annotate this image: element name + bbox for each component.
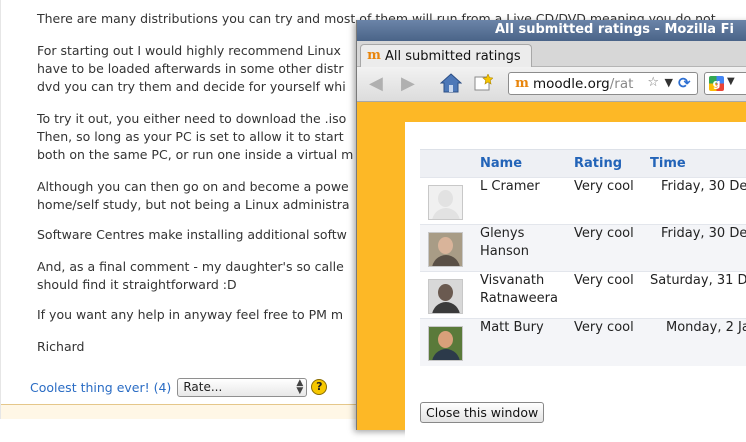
avatar[interactable]	[428, 279, 463, 314]
default-avatar[interactable]	[428, 185, 463, 220]
user-name-link[interactable]: Matt Bury	[480, 318, 574, 366]
ratings-popup-window: All submitted ratings - Mozilla Fi m All…	[356, 20, 746, 442]
url-history-dropdown-icon[interactable]: ▼	[665, 76, 673, 89]
column-header-picture	[420, 149, 480, 178]
table-header-row: Name Rating Time	[420, 149, 746, 178]
url-bar[interactable]: m moodle.org/rat ☆ ▼ ⟳	[508, 72, 698, 95]
window-title: All submitted ratings - Mozilla Fi	[495, 22, 734, 37]
search-bar[interactable]: g ▼	[704, 72, 746, 95]
moodle-favicon-icon: m	[367, 48, 381, 63]
table-row: Glenys Hanson Very cool Friday, 30 De	[420, 224, 746, 272]
rating-time: Monday, 2 Ja	[650, 318, 746, 366]
close-window-button[interactable]: Close this window	[420, 402, 545, 423]
column-header-rating[interactable]: Rating	[574, 149, 650, 178]
table-row: Visvanath Ratnaweera Very cool Saturday,…	[420, 271, 746, 319]
search-engine-dropdown-icon[interactable]: ▼	[727, 76, 735, 87]
rate-select[interactable]: Rate... ▲ ▼	[177, 377, 308, 397]
user-name-link[interactable]: Visvanath Ratnaweera	[480, 271, 574, 319]
rate-select-value: Rate...	[183, 380, 223, 394]
user-name-link[interactable]: Glenys Hanson	[480, 224, 574, 272]
user-name-link[interactable]: L Cramer	[480, 177, 574, 225]
user-picture-cell	[420, 177, 480, 225]
home-icon[interactable]	[440, 73, 462, 93]
bookmark-star-icon[interactable]: ☆	[647, 75, 659, 90]
select-arrows-icon: ▲ ▼	[296, 378, 304, 396]
url-path: /rat	[609, 75, 634, 92]
ratings-table: Name Rating Time L Cramer Very cool Frid	[420, 149, 746, 366]
window-titlebar[interactable]: All submitted ratings - Mozilla Fi	[357, 20, 746, 41]
rating-value: Very cool	[574, 177, 650, 225]
rating-time: Friday, 30 De	[650, 224, 746, 272]
user-picture-cell	[420, 224, 480, 272]
url-host: moodle.org	[533, 75, 610, 92]
rating-time: Friday, 30 De	[650, 177, 746, 225]
user-picture-cell	[420, 271, 480, 319]
rating-value: Very cool	[574, 271, 650, 319]
help-icon[interactable]: ?	[311, 379, 328, 395]
avatar[interactable]	[428, 232, 463, 267]
tab-all-submitted-ratings[interactable]: m All submitted ratings	[360, 44, 532, 67]
rating-count-link[interactable]: Coolest thing ever! (4)	[30, 380, 171, 395]
tab-strip: m All submitted ratings	[357, 41, 746, 67]
rating-value: Very cool	[574, 318, 650, 366]
rating-row: Coolest thing ever! (4) Rate... ▲ ▼ ?	[30, 376, 328, 398]
google-search-engine-icon[interactable]: g	[709, 76, 724, 91]
column-header-name[interactable]: Name	[480, 149, 574, 178]
table-row: Matt Bury Very cool Monday, 2 Ja	[420, 318, 746, 366]
reload-icon[interactable]: ⟳	[678, 75, 694, 91]
post-footer	[1, 405, 361, 419]
bookmark-page-icon[interactable]	[473, 74, 493, 92]
column-header-time[interactable]: Time	[650, 149, 746, 178]
navigation-toolbar: ◀ ▶ m moodle.org/rat ☆ ▼ ⟳ g ▼	[357, 67, 746, 102]
forward-arrow-icon[interactable]: ▶	[401, 74, 415, 94]
user-picture-cell	[420, 318, 480, 366]
tab-label: All submitted ratings	[385, 48, 521, 64]
avatar[interactable]	[428, 326, 463, 361]
moodle-site-icon: m	[515, 75, 529, 91]
rating-time: Saturday, 31 D	[650, 271, 746, 319]
rating-value: Very cool	[574, 224, 650, 272]
back-arrow-icon[interactable]: ◀	[369, 74, 383, 94]
table-row: L Cramer Very cool Friday, 30 De	[420, 177, 746, 225]
page-content: Name Rating Time L Cramer Very cool Frid	[405, 122, 746, 442]
